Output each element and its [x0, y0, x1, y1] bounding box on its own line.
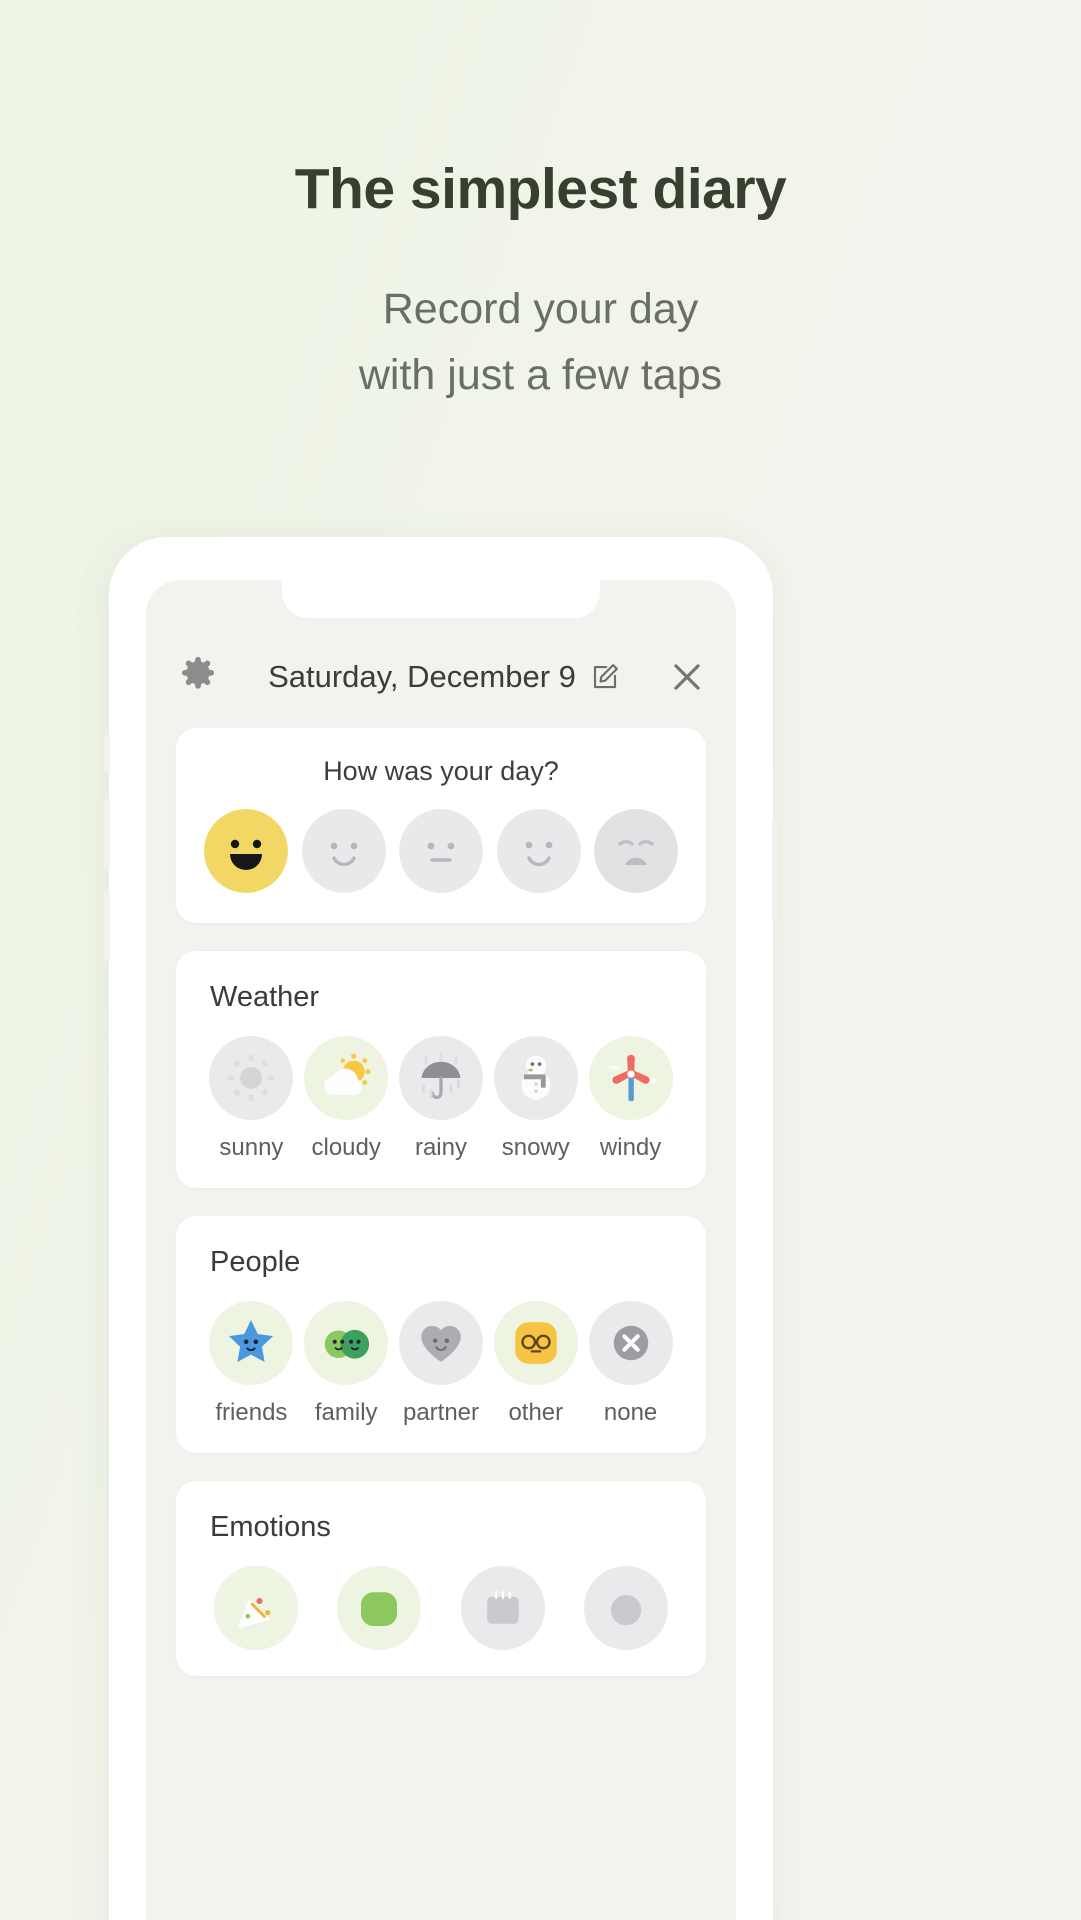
mood-option-bad[interactable] — [493, 809, 585, 893]
emotions-card-title: Emotions — [210, 1511, 331, 1543]
emotions-option-2[interactable] — [327, 1566, 431, 1650]
family-bubble — [304, 1301, 389, 1385]
phone-button-mute — [104, 735, 110, 773]
people-option-partner[interactable]: partner — [394, 1301, 489, 1427]
mood-option-good[interactable] — [298, 809, 390, 893]
star-face-icon — [229, 1320, 274, 1362]
none-bubble — [588, 1301, 673, 1385]
green-face-icon — [361, 1592, 398, 1626]
face-grin-icon — [204, 809, 288, 893]
party-icon — [237, 1597, 271, 1629]
other-bubble — [493, 1301, 578, 1385]
people-option-friends[interactable]: friends — [204, 1301, 299, 1427]
current-date-label: Saturday, December 9 — [268, 659, 576, 694]
circle-x-icon — [613, 1325, 648, 1361]
face-sad-icon — [594, 809, 678, 893]
partner-bubble — [398, 1301, 483, 1385]
sun-cloud-icon — [324, 1053, 371, 1095]
phone-notch — [282, 580, 600, 618]
edit-pencil-icon[interactable] — [590, 662, 620, 692]
mood-options-row — [176, 793, 706, 923]
sun-icon — [228, 1055, 275, 1101]
hero-subtitle-line1: Record your day — [382, 284, 699, 333]
weather-card-title: Weather — [210, 981, 320, 1013]
face-smile-icon — [301, 809, 386, 893]
glasses-face-icon — [514, 1322, 557, 1364]
mood-option-neutral[interactable] — [395, 809, 487, 893]
mood-option-awful[interactable] — [590, 809, 682, 893]
snowman-icon — [521, 1055, 551, 1100]
people-option-other[interactable]: other — [488, 1301, 583, 1427]
people-option-family[interactable]: family — [299, 1301, 394, 1427]
mood-card: How was your day? — [176, 728, 706, 923]
hero-subtitle: Record your day with just a few taps — [0, 276, 1081, 409]
emotions-options-row — [176, 1548, 706, 1676]
weather-label-snowy: snowy — [501, 1134, 570, 1161]
windy-bubble — [588, 1036, 673, 1120]
phone-button-power — [772, 819, 778, 923]
emotions-option-4[interactable] — [574, 1566, 678, 1650]
face-neutral-icon — [399, 809, 483, 893]
snowy-bubble — [493, 1036, 578, 1120]
people-option-none[interactable]: none — [583, 1301, 678, 1427]
book-icon — [486, 1591, 519, 1624]
weather-label-cloudy: cloudy — [311, 1134, 381, 1161]
weather-label-windy: windy — [599, 1134, 662, 1161]
people-card: People friends family partner other none — [176, 1216, 706, 1453]
weather-option-windy[interactable]: windy — [583, 1036, 678, 1162]
mood-option-great[interactable] — [200, 809, 292, 893]
sunny-bubble — [209, 1036, 294, 1120]
phone-button-voldown — [104, 889, 110, 961]
weather-card: Weather sunny cloudy rainy snowy windy — [176, 951, 706, 1188]
umbrella-rain-icon — [421, 1052, 461, 1099]
heart-face-icon — [421, 1325, 461, 1362]
people-label-family: family — [314, 1399, 378, 1426]
people-label-partner: partner — [402, 1399, 480, 1426]
people-label-friends: friends — [215, 1399, 288, 1426]
people-options-row: friends family partner other none — [176, 1283, 706, 1453]
phone-button-volup — [104, 799, 110, 871]
weather-label-sunny: sunny — [219, 1134, 284, 1161]
green-face-bubble — [337, 1566, 422, 1650]
cloudy-bubble — [304, 1036, 389, 1120]
weather-label-rainy: rainy — [414, 1134, 467, 1161]
close-x-icon[interactable] — [668, 658, 706, 696]
page-title: The simplest diary — [294, 157, 787, 221]
phone-screen: Saturday, December 9 How was your day? W… — [146, 580, 736, 1920]
rainy-bubble — [398, 1036, 483, 1120]
emotions-option-3[interactable] — [451, 1566, 555, 1650]
party-bubble — [214, 1566, 298, 1650]
gray-face-icon — [610, 1595, 642, 1626]
face-frown-icon — [496, 809, 581, 893]
people-label-none: none — [603, 1399, 658, 1426]
app-header: Saturday, December 9 — [146, 626, 736, 728]
book-bubble — [460, 1566, 545, 1650]
windmill-icon — [607, 1054, 658, 1102]
emotions-card: Emotions — [176, 1481, 706, 1676]
weather-option-snowy[interactable]: snowy — [488, 1036, 583, 1162]
phone-mockup: Saturday, December 9 How was your day? W… — [104, 537, 778, 1920]
gear-icon[interactable] — [176, 655, 220, 699]
header-date-group[interactable]: Saturday, December 9 — [220, 659, 668, 695]
weather-option-sunny[interactable]: sunny — [204, 1036, 299, 1162]
people-card-title: People — [210, 1246, 301, 1278]
mood-card-title: How was your day? — [323, 756, 559, 786]
weather-options-row: sunny cloudy rainy snowy windy — [176, 1018, 706, 1188]
hero-section: The simplest diary Record your day with … — [0, 0, 1081, 409]
gray-face-bubble — [583, 1566, 668, 1650]
people-label-other: other — [508, 1399, 564, 1426]
weather-option-rainy[interactable]: rainy — [394, 1036, 489, 1162]
friends-bubble — [209, 1301, 294, 1385]
emotions-option-1[interactable] — [204, 1566, 308, 1650]
two-faces-icon — [324, 1329, 370, 1359]
weather-option-cloudy[interactable]: cloudy — [299, 1036, 394, 1162]
hero-subtitle-line2: with just a few taps — [358, 351, 723, 400]
